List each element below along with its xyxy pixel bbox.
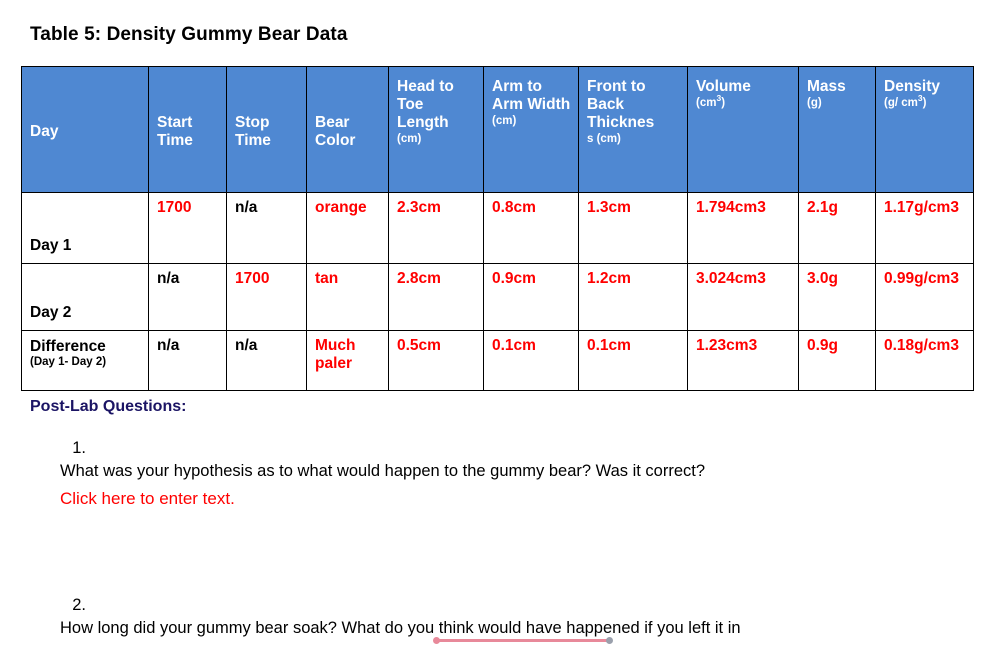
post-lab-question-list: 1. What was your hypothesis as to what w…: [60, 437, 970, 511]
column-header-bear-color: Bear Color: [306, 66, 389, 193]
column-header-mass-label: Mass: [807, 78, 846, 95]
column-header-mass-unit: (g): [807, 96, 822, 109]
table-row: Day 2 n/a 1700 tan 2.8cm 0.9cm 1.2cm 3.0…: [21, 263, 974, 331]
cell-day1-mass: 2.1g: [798, 192, 876, 264]
column-header-front-to-back-thickness-label: Front to Back Thicknes: [587, 78, 655, 131]
cell-day2-head-to-toe: 2.8cm: [388, 263, 484, 331]
column-header-start-time-label: Start Time: [157, 113, 193, 149]
table-row: Day 1 1700 n/a orange 2.3cm 0.8cm 1.3cm …: [21, 192, 974, 264]
column-header-arm-to-arm-width-label: Arm to Arm Width: [492, 78, 571, 113]
column-header-start-time: Start Time: [148, 66, 227, 193]
marker-dot-left[interactable]: [433, 637, 440, 644]
column-header-head-to-toe-length-unit: (cm): [397, 132, 422, 145]
question-text-1: What was your hypothesis as to what woul…: [60, 462, 706, 481]
list-item: 1. What was your hypothesis as to what w…: [60, 437, 970, 511]
density-data-table: Day Start Time Stop Time Bear Color Head…: [21, 66, 974, 391]
cell-day1-head-to-toe: 2.3cm: [388, 192, 484, 264]
cell-diff-bear-color: Much paler: [306, 330, 389, 391]
column-header-front-to-back-thickness: Front to Back Thicknes s (cm): [578, 66, 688, 193]
cell-day1-start-time: 1700: [148, 192, 227, 264]
column-header-mass: Mass (g): [798, 66, 876, 193]
cell-diff-start-time: n/a: [148, 330, 227, 391]
column-header-volume-label: Volume: [696, 78, 751, 95]
cell-diff-stop-time: n/a: [226, 330, 307, 391]
row-label-day-2: Day 2: [21, 263, 149, 331]
row-label-day-2-text: Day 2: [30, 303, 72, 321]
cell-diff-density: 0.18g/cm3: [875, 330, 974, 391]
column-header-arm-to-arm-width-unit: (cm): [492, 114, 517, 127]
cell-day1-arm-to-arm: 0.8cm: [483, 192, 579, 264]
density-data-table-container: Day Start Time Stop Time Bear Color Head…: [21, 66, 974, 391]
marker-line: [437, 639, 609, 642]
cell-day2-front-to-back: 1.2cm: [578, 263, 688, 331]
column-header-bear-color-label: Bear Color: [315, 113, 356, 149]
cell-day1-stop-time: n/a: [226, 192, 307, 264]
cell-day1-density: 1.17g/cm3: [875, 192, 974, 264]
column-header-stop-time: Stop Time: [226, 66, 307, 193]
table-row: Difference (Day 1- Day 2) n/a n/a Much p…: [21, 330, 974, 391]
row-label-difference: Difference (Day 1- Day 2): [21, 330, 149, 391]
cell-day1-volume: 1.794cm3: [687, 192, 799, 264]
page-title: Table 5: Density Gummy Bear Data: [30, 24, 348, 45]
column-header-volume-unit: (cm3): [696, 93, 726, 109]
cell-day1-bear-color: orange: [306, 192, 389, 264]
row-label-day-1-text: Day 1: [30, 236, 72, 254]
question-number-2: 2.: [72, 596, 86, 614]
post-lab-questions-heading: Post-Lab Questions:: [30, 398, 187, 415]
cell-day2-start-time: n/a: [148, 263, 227, 331]
cell-day2-mass: 3.0g: [798, 263, 876, 331]
list-item: 2. How long did your gummy bear soak? Wh…: [60, 594, 980, 641]
column-header-stop-time-label: Stop Time: [235, 113, 271, 149]
column-header-volume: Volume (cm3): [687, 66, 799, 193]
cell-day2-density: 0.99g/cm3: [875, 263, 974, 331]
column-header-density-unit: (g/ cm3): [884, 93, 927, 109]
column-header-head-to-toe-length-label: Head to Toe Length: [397, 78, 454, 131]
column-header-density: Density (g/ cm3): [875, 66, 974, 193]
column-header-day-label: Day: [30, 122, 59, 140]
cell-diff-mass: 0.9g: [798, 330, 876, 391]
cell-day2-stop-time: 1700: [226, 263, 307, 331]
column-header-day: Day: [21, 66, 149, 193]
cell-diff-volume: 1.23cm3: [687, 330, 799, 391]
cell-diff-head-to-toe: 0.5cm: [388, 330, 484, 391]
cell-day2-bear-color: tan: [306, 263, 389, 331]
cell-day2-arm-to-arm: 0.9cm: [483, 263, 579, 331]
column-header-density-label: Density: [884, 78, 940, 95]
column-header-arm-to-arm-width: Arm to Arm Width (cm): [483, 66, 579, 193]
row-label-day-1: Day 1: [21, 192, 149, 264]
answer-placeholder-1[interactable]: Click here to enter text.: [60, 487, 970, 511]
row-label-difference-sub: (Day 1- Day 2): [30, 356, 107, 369]
cell-diff-front-to-back: 0.1cm: [578, 330, 688, 391]
page-bottom-marker: [433, 636, 613, 644]
column-header-front-to-back-thickness-unit: s (cm): [587, 132, 621, 145]
cell-day2-volume: 3.024cm3: [687, 263, 799, 331]
marker-dot-right[interactable]: [606, 637, 613, 644]
cell-day1-front-to-back: 1.3cm: [578, 192, 688, 264]
table-header-row: Day Start Time Stop Time Bear Color Head…: [21, 66, 974, 193]
question-number-1: 1.: [72, 439, 86, 457]
cell-diff-arm-to-arm: 0.1cm: [483, 330, 579, 391]
column-header-head-to-toe-length: Head to Toe Length (cm): [388, 66, 484, 193]
row-label-difference-text: Difference: [30, 338, 106, 355]
